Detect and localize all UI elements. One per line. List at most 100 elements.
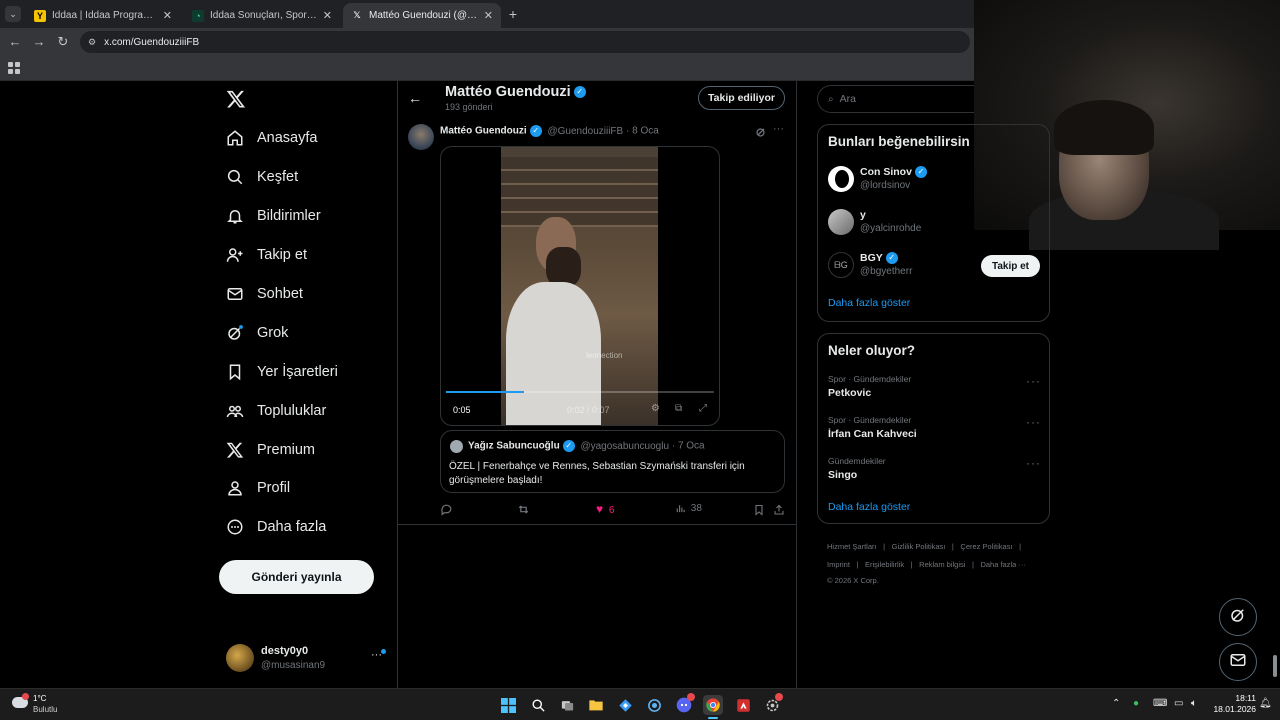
sidebar-item-kesfet[interactable]: Keşfet — [226, 160, 298, 194]
page-scrollbar[interactable] — [1273, 655, 1277, 677]
quoted-post[interactable]: Yağız Sabuncuoğlu ✓ @yagosabuncuoglu · 7 … — [440, 430, 785, 493]
volume-icon[interactable]: 🔈︎ — [1191, 698, 1197, 709]
quoted-author: Yağız Sabuncuoğlu — [468, 440, 560, 452]
iddaa-favicon: Y — [34, 9, 46, 22]
footer-link-accessibility[interactable]: Erişilebilirlik — [865, 560, 904, 569]
show-more-link[interactable]: Daha fazla göster — [828, 501, 910, 513]
suggestion-name: BGY — [860, 252, 883, 264]
reload-icon[interactable]: ↻ — [55, 34, 71, 50]
app-icon-circle[interactable] — [644, 695, 664, 715]
apps-grid-icon[interactable] — [8, 61, 20, 74]
like-button[interactable]: ♥ 6 — [596, 502, 614, 516]
settings-icon[interactable]: ⚙ — [651, 403, 660, 414]
file-explorer-icon[interactable] — [586, 695, 606, 715]
sidebar-item-sohbet[interactable]: Sohbet — [226, 277, 303, 311]
suggestion-item[interactable]: y @yalcinrohde — [828, 207, 1043, 241]
back-arrow-icon[interactable]: ← — [7, 34, 23, 50]
more-options-icon[interactable]: ··· — [1026, 374, 1041, 388]
sidebar-item-yer-isaretleri[interactable]: Yer İşaretleri — [226, 355, 338, 389]
video-player[interactable]: leonection 0:05 0:02 / 0:07 ⚙ ⧉ ⤢ — [440, 146, 720, 426]
clock[interactable]: 18:11 18.01.2026 — [1210, 693, 1256, 715]
chevron-up-icon[interactable]: ⌃ — [1112, 698, 1120, 709]
post-button[interactable]: Gönderi yayınla — [219, 560, 374, 594]
windows-start-icon[interactable] — [498, 695, 518, 715]
notification-bell-icon[interactable]: 🔔︎ — [1259, 698, 1272, 709]
footer-link-cookies[interactable]: Çerez Politikası — [960, 542, 1012, 551]
post-author[interactable]: Mattéo Guendouzi — [440, 126, 527, 137]
more-options-icon[interactable]: ··· — [773, 123, 784, 135]
follow-button[interactable]: Takip et — [981, 255, 1040, 277]
tab-iddaa[interactable]: Y İddaa | İddaa Programı | Canlı İ ✕ — [26, 3, 180, 28]
close-icon[interactable]: ✕ — [484, 9, 493, 22]
back-arrow-icon[interactable]: ← — [408, 90, 424, 106]
footer-separator: | — [908, 560, 915, 569]
tab-sonuclar[interactable]: ◔ İddaa Sonuçları, Spor Toto Süpe ✕ — [184, 3, 340, 28]
tab-x-profile[interactable]: 𝕏 Mattéo Guendouzi (@Guen ✕ — [343, 3, 501, 28]
site-info-icon[interactable]: ⚙ — [88, 37, 96, 48]
show-more-link[interactable]: Daha fazla göster — [828, 297, 910, 309]
footer-link-terms[interactable]: Hizmet Şartları — [827, 542, 877, 551]
following-button[interactable]: Takip ediliyor — [698, 86, 785, 110]
footer-link-more[interactable]: Daha fazla ··· — [980, 560, 1025, 569]
app-icon-red[interactable] — [733, 695, 753, 715]
close-icon[interactable]: ✕ — [163, 9, 172, 22]
sidebar-item-bildirimler[interactable]: Bildirimler — [226, 199, 321, 233]
weather-widget[interactable]: 1°C Bulutlu — [12, 693, 72, 717]
bookmarks-bar — [0, 56, 974, 81]
sidebar-item-takip-et[interactable]: Takip et — [226, 238, 307, 272]
post-avatar[interactable] — [408, 124, 434, 150]
grok-icon — [226, 324, 244, 342]
pip-icon[interactable]: ⧉ — [675, 403, 682, 414]
fullscreen-icon[interactable]: ⤢ — [699, 403, 707, 414]
search-icon[interactable] — [528, 695, 548, 715]
sidebar-item-grok[interactable]: Grok — [226, 316, 288, 350]
discord-icon[interactable] — [674, 693, 695, 715]
task-view-icon[interactable] — [557, 695, 577, 715]
suggestion-handle: @lordsinov — [860, 180, 911, 191]
share-icon[interactable] — [773, 503, 785, 515]
views-button[interactable]: 38 — [675, 503, 702, 514]
footer-link-ads-info[interactable]: Reklam bilgisi — [919, 560, 965, 569]
app-icon-gear[interactable] — [762, 693, 783, 715]
x-logo-icon[interactable] — [226, 89, 246, 109]
address-bar[interactable]: ⚙ x.com/GuendouziiiFB — [80, 31, 970, 53]
tab-search-button[interactable]: ⌄ — [5, 6, 21, 22]
more-options-icon[interactable]: ··· — [1026, 456, 1041, 470]
app-icon-blue-diamond[interactable] — [615, 695, 635, 715]
reply-icon[interactable] — [440, 503, 453, 516]
post-date[interactable]: 8 Oca — [632, 126, 659, 137]
sidebar-item-topluluklar[interactable]: Topluluklar — [226, 394, 326, 428]
trend-item[interactable]: Spor · Gündemdekiler İrfan Can Kahveci ·… — [828, 415, 1043, 445]
suggestion-item[interactable]: Con Sinov ✓ @lordsinov — [828, 164, 1043, 198]
sidebar-item-premium[interactable]: Premium — [226, 433, 315, 467]
repost-icon[interactable] — [517, 503, 530, 516]
trend-item[interactable]: Gündemdekiler Singo ··· — [828, 456, 1043, 486]
footer-link-imprint[interactable]: Imprint — [827, 560, 850, 569]
sidebar-item-anasayfa[interactable]: Anasayfa — [226, 121, 317, 155]
sidebar-item-daha-fazla[interactable]: Daha fazla — [226, 510, 326, 544]
close-icon[interactable]: ✕ — [323, 9, 332, 22]
display-icon[interactable]: ▭ — [1174, 698, 1183, 709]
footer-link-privacy[interactable]: Gizlilik Politikası — [892, 542, 946, 551]
microphone-icon[interactable]: ● — [1133, 698, 1139, 709]
chrome-icon[interactable] — [703, 695, 723, 715]
keyboard-icon[interactable]: ⌨ — [1153, 698, 1167, 709]
sidebar-item-label: Yer İşaretleri — [257, 364, 338, 380]
search-input[interactable]: ⌕ Ara — [817, 85, 974, 113]
post-handle[interactable]: @GuendouziiiFB — [547, 126, 623, 137]
messages-float-button[interactable] — [1219, 643, 1257, 681]
sidebar-item-label: Daha fazla — [257, 519, 327, 535]
footer-separator: | — [949, 542, 956, 551]
trend-item[interactable]: Spor · Gündemdekiler Petkovic ··· — [828, 374, 1043, 404]
bookmark-icon[interactable] — [753, 503, 765, 516]
account-switcher[interactable]: desty0y0 @musasinan9 ··· — [226, 643, 388, 675]
more-options-icon[interactable]: ··· — [1026, 415, 1041, 429]
grok-icon[interactable] — [755, 125, 767, 137]
forward-arrow-icon[interactable]: → — [31, 34, 47, 50]
suggestion-item[interactable]: ᗷG BGY ✓ @bgyetherr Takip et — [828, 250, 1043, 284]
panel-title: Bunları beğenebilirsin — [828, 134, 970, 149]
video-progress-track[interactable] — [446, 391, 714, 393]
new-tab-button[interactable]: + — [505, 6, 521, 22]
grok-float-button[interactable] — [1219, 598, 1257, 636]
sidebar-item-profil[interactable]: Profil — [226, 471, 290, 505]
